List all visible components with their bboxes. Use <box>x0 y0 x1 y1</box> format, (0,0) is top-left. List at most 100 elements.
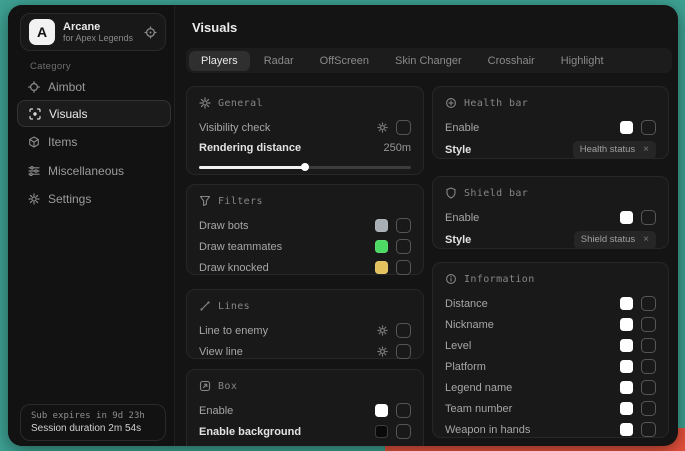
scan-icon <box>29 108 41 120</box>
draw-bots-checkbox[interactable] <box>396 218 411 233</box>
section-title: General <box>218 98 263 109</box>
color-swatch[interactable] <box>620 339 633 352</box>
target-icon[interactable] <box>144 26 157 39</box>
color-swatch[interactable] <box>620 360 633 373</box>
info-platform-checkbox[interactable] <box>641 359 656 374</box>
section-filters-header: Filters <box>199 193 411 209</box>
page-title: Visuals <box>192 20 237 35</box>
color-swatch[interactable] <box>620 211 633 224</box>
sidebar-item-visuals[interactable]: Visuals <box>17 100 171 127</box>
sidebar-item-settings[interactable]: Settings <box>17 185 171 212</box>
color-swatch[interactable] <box>620 121 633 134</box>
info-level-checkbox[interactable] <box>641 338 656 353</box>
gear-icon[interactable] <box>377 325 388 336</box>
color-swatch[interactable] <box>375 219 388 232</box>
color-swatch[interactable] <box>620 423 633 436</box>
health-style-dropdown[interactable]: Health status × <box>573 141 656 159</box>
info-legend-name-row: Legend name <box>445 377 656 398</box>
cube-icon <box>28 136 40 148</box>
box-enable-background-checkbox[interactable] <box>396 424 411 439</box>
health-enable-checkbox[interactable] <box>641 120 656 135</box>
row-label: Enable <box>445 122 479 134</box>
row-label: Legend name <box>445 382 512 394</box>
section-shield-bar: Shield bar Enable Style Shield status × <box>432 176 669 249</box>
section-lines-header: Lines <box>199 298 411 314</box>
section-general-header: General <box>199 95 411 111</box>
shield-style-dropdown[interactable]: Shield status × <box>574 231 656 249</box>
draw-knocked-checkbox[interactable] <box>396 260 411 275</box>
rendering-distance-row: Rendering distance 250m <box>199 138 411 158</box>
color-swatch[interactable] <box>620 318 633 331</box>
visibility-check-checkbox[interactable] <box>396 120 411 135</box>
dropdown-value: Shield status <box>581 234 635 245</box>
crosshair-icon <box>28 81 40 93</box>
info-legend-name-checkbox[interactable] <box>641 380 656 395</box>
box-icon <box>199 380 211 392</box>
tab-crosshair[interactable]: Crosshair <box>476 51 547 71</box>
row-label: View line <box>199 346 243 358</box>
color-swatch[interactable] <box>620 402 633 415</box>
color-swatch[interactable] <box>375 240 388 253</box>
color-swatch[interactable] <box>375 404 388 417</box>
sliders-icon <box>28 165 40 177</box>
tab-highlight[interactable]: Highlight <box>549 51 616 71</box>
shield-enable-checkbox[interactable] <box>641 210 656 225</box>
slider-handle[interactable] <box>301 163 309 171</box>
sidebar-item-items[interactable]: Items <box>17 128 171 155</box>
app-window: A Arcane for Apex Legends Category Aimbo… <box>8 5 678 446</box>
row-label: Style <box>445 234 471 246</box>
section-health-bar: Health bar Enable Style Health status × <box>432 86 669 159</box>
info-team-number-checkbox[interactable] <box>641 401 656 416</box>
health-enable-row: Enable <box>445 117 656 138</box>
tab-players[interactable]: Players <box>189 51 250 71</box>
slider-fill <box>199 166 305 169</box>
section-lines: Lines Line to enemy View line <box>186 289 424 359</box>
row-label: Nickname <box>445 319 494 331</box>
info-distance-checkbox[interactable] <box>641 296 656 311</box>
info-nickname-checkbox[interactable] <box>641 317 656 332</box>
color-swatch[interactable] <box>375 425 388 438</box>
sidebar-item-miscellaneous[interactable]: Miscellaneous <box>17 157 171 184</box>
row-label: Rendering distance <box>199 142 301 154</box>
tab-offscreen[interactable]: OffScreen <box>308 51 381 71</box>
info-circle-icon <box>445 273 457 285</box>
section-box-header: Box <box>199 378 411 394</box>
section-title: Filters <box>218 196 263 207</box>
sidebar: A Arcane for Apex Legends Category Aimbo… <box>8 5 175 446</box>
row-label: Draw teammates <box>199 241 282 253</box>
section-title: Box <box>218 381 237 392</box>
tab-radar[interactable]: Radar <box>252 51 306 71</box>
row-label: Line to enemy <box>199 325 268 337</box>
row-label: Draw bots <box>199 220 249 232</box>
color-swatch[interactable] <box>375 261 388 274</box>
clear-icon[interactable]: × <box>643 235 649 245</box>
category-label: Category <box>30 61 71 72</box>
info-distance-row: Distance <box>445 293 656 314</box>
brand-card: A Arcane for Apex Legends <box>20 13 166 51</box>
box-enable-checkbox[interactable] <box>396 403 411 418</box>
rendering-distance-slider[interactable] <box>199 161 411 173</box>
color-swatch[interactable] <box>620 297 633 310</box>
clear-icon[interactable]: × <box>643 145 649 155</box>
section-shield-bar-header: Shield bar <box>445 185 656 201</box>
info-team-number-row: Team number <box>445 398 656 419</box>
row-label: Enable <box>445 212 479 224</box>
info-weapon-in-hands-row: Weapon in hands <box>445 419 656 440</box>
sidebar-item-label: Items <box>48 135 77 149</box>
view-line-checkbox[interactable] <box>396 344 411 359</box>
tab-skin-changer[interactable]: Skin Changer <box>383 51 474 71</box>
row-label: Distance <box>445 298 488 310</box>
app-subtitle: for Apex Legends <box>63 33 136 43</box>
line-to-enemy-checkbox[interactable] <box>396 323 411 338</box>
section-general: General Visibility check Rendering dista… <box>186 86 424 175</box>
section-box: Box Enable Enable background <box>186 369 424 446</box>
gear-icon[interactable] <box>377 122 388 133</box>
draw-teammates-checkbox[interactable] <box>396 239 411 254</box>
plus-circle-icon <box>445 97 457 109</box>
sidebar-item-aimbot[interactable]: Aimbot <box>17 73 171 100</box>
gear-icon[interactable] <box>377 346 388 357</box>
color-swatch[interactable] <box>620 381 633 394</box>
info-weapon-in-hands-checkbox[interactable] <box>641 422 656 437</box>
row-label: Team number <box>445 403 512 415</box>
section-filters: Filters Draw bots Draw teammates Draw kn… <box>186 184 424 275</box>
